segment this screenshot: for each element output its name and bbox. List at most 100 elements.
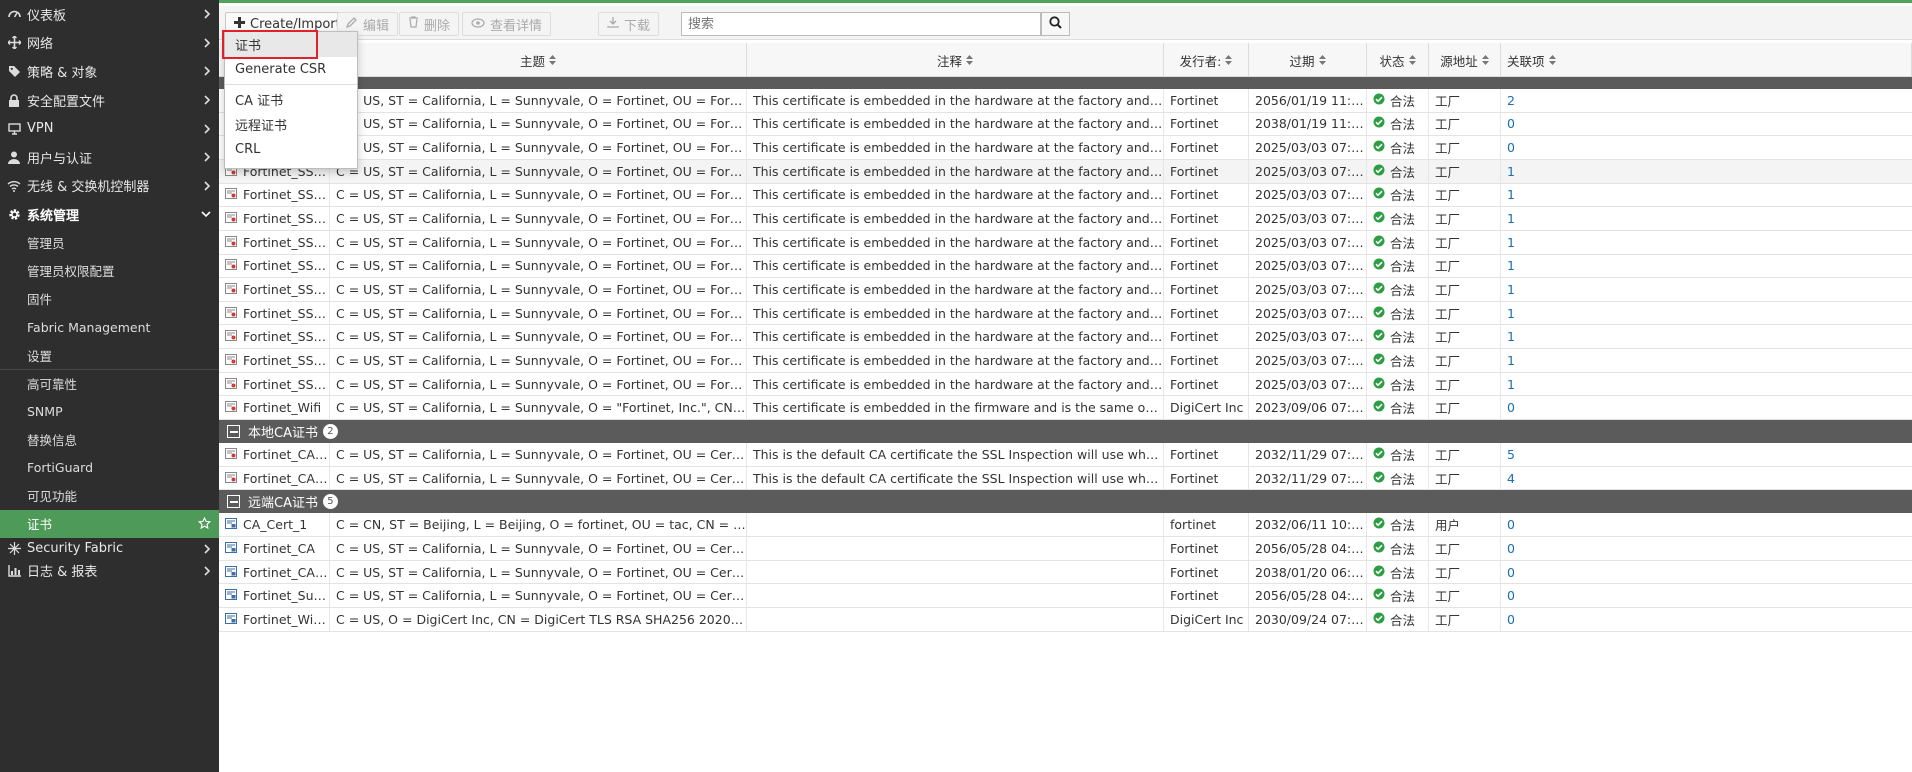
nav-item[interactable]: 无线 & 交换机控制器 [0, 172, 219, 201]
table-row[interactable]: Fortinet_SSL_ECDSA256 C = US, ST = Califo… [219, 207, 1912, 231]
reference-count-link[interactable]: 1 [1507, 282, 1515, 297]
collapse-icon[interactable] [227, 425, 240, 439]
column-header[interactable]: 过期 [1249, 43, 1367, 77]
star-icon[interactable] [198, 510, 211, 538]
cell-name[interactable]: Fortinet_SSL_ECDSA256 [219, 207, 330, 230]
dropdown-item[interactable]: CA 证书 [225, 87, 357, 112]
table-row[interactable]: Fortinet_SSLC = US, ST = California, L =… [219, 136, 1912, 160]
reference-count-link[interactable]: 1 [1507, 258, 1515, 273]
nav-item[interactable]: VPN [0, 114, 219, 143]
group-header[interactable]: 本地CA证书 2 [219, 420, 1912, 444]
cell-name[interactable]: Fortinet_SSL_ECDSA384 [219, 230, 330, 254]
column-header[interactable]: 源地址 [1429, 43, 1501, 77]
nav-item[interactable]: 网络 [0, 29, 219, 58]
column-header[interactable]: 状态 [1367, 43, 1429, 77]
table-row[interactable]: Fortinet_Wifi_CA C = US, O = DigiCert Inc… [219, 608, 1912, 632]
table-row[interactable]: Fortinet_SSL_RSA4096 C = US, ST = Califor… [219, 372, 1912, 397]
sidebar-subitem[interactable]: SNMP [0, 397, 219, 425]
sidebar-subitem[interactable]: 管理员权限配置 [0, 257, 219, 285]
sidebar-subitem[interactable]: FortiGuard [0, 454, 219, 482]
reference-count-link[interactable]: 1 [1507, 211, 1515, 226]
reference-count-link[interactable]: 1 [1507, 306, 1515, 321]
table-row[interactable]: Fortinet_SSL_RSA2048 C = US, ST = Califor… [219, 349, 1912, 373]
cell-name[interactable]: Fortinet_SSL_ED25519 [219, 301, 330, 325]
reference-count-link[interactable]: 0 [1507, 588, 1515, 603]
sidebar-subitem[interactable]: 设置 [0, 341, 219, 369]
cell-name[interactable]: Fortinet_Wifi [219, 396, 330, 420]
dropdown-item[interactable]: 远程证书 [225, 112, 357, 137]
cell-name[interactable]: Fortinet_SSL_RSA4096 [219, 372, 330, 396]
reference-count-link[interactable]: 0 [1507, 541, 1515, 556]
reference-count-link[interactable]: 0 [1507, 400, 1515, 415]
reference-count-link[interactable]: 1 [1507, 164, 1515, 179]
group-header[interactable] [219, 77, 1912, 89]
reference-count-link[interactable]: 0 [1507, 612, 1515, 627]
cell-name[interactable]: Fortinet_SSL_DSA2048 [219, 183, 330, 207]
sidebar-subitem[interactable]: 证书 [0, 509, 219, 538]
table-row[interactable]: Fortinet_SSL_ECDSA384 C = US, ST = Califo… [219, 230, 1912, 255]
nav-item[interactable]: 系统管理 [0, 200, 219, 229]
table-row[interactable]: Fortinet_SSL_RSA1024 C = US, ST = Califor… [219, 325, 1912, 350]
cell-name[interactable]: Fortinet_CA_Backup [219, 560, 330, 584]
reference-count-link[interactable]: 1 [1507, 377, 1515, 392]
nav-item[interactable]: 用户与认证 [0, 143, 219, 172]
cell-name[interactable]: Fortinet_CA [219, 537, 330, 560]
search-button[interactable] [1041, 12, 1070, 36]
reference-count-link[interactable]: 1 [1507, 235, 1515, 250]
table-row[interactable]: Fortinet_CA_Backup C = US, ST = Californi… [219, 560, 1912, 585]
group-header[interactable]: 远端CA证书 5 [219, 490, 1912, 514]
search-input[interactable] [681, 12, 1041, 36]
nav-item[interactable]: 仪表板 [0, 0, 219, 29]
dropdown-item[interactable]: CRL [225, 137, 357, 162]
cell-name[interactable]: Fortinet_Wifi_CA [219, 608, 330, 631]
sidebar-subitem[interactable]: 高可靠性 [0, 369, 219, 397]
view-details-button[interactable]: 查看详情 [462, 12, 552, 36]
nav-item[interactable]: 安全配置文件 [0, 86, 219, 115]
table-row[interactable]: Fortinet_SSL_DSA2048 C = US, ST = Califor… [219, 183, 1912, 208]
cell-name[interactable]: CA_Cert_1 [219, 513, 330, 537]
column-header[interactable]: 主题 [330, 43, 747, 77]
reference-count-link[interactable]: 0 [1507, 565, 1515, 580]
reference-count-link[interactable]: 2 [1507, 93, 1515, 108]
cell-name[interactable]: Fortinet_SSL_ECDSA521 [219, 254, 330, 278]
nav-item[interactable]: 策略 & 对象 [0, 57, 219, 86]
cell-name[interactable]: Fortinet_SSL_ED448 [219, 278, 330, 301]
reference-count-link[interactable]: 0 [1507, 116, 1515, 131]
nav-item[interactable]: 日志 & 报表 [0, 560, 219, 582]
cell-name[interactable]: Fortinet_CA_Untrusted [219, 466, 330, 490]
sidebar-subitem[interactable]: 替换信息 [0, 425, 219, 453]
table-row[interactable]: Fortinet_SSL_DSA1024C = US, ST = Califor… [219, 159, 1912, 184]
sidebar-subitem[interactable]: 可见功能 [0, 482, 219, 510]
delete-button[interactable]: 删除 [399, 12, 460, 36]
nav-item[interactable]: Security Fabric [0, 538, 219, 560]
cell-name[interactable]: Fortinet_CA_SSL [219, 443, 330, 466]
reference-count-link[interactable]: 4 [1507, 471, 1515, 486]
table-row[interactable]: CA_Cert_1 C = CN, ST = Beijing, L = Beiji… [219, 513, 1912, 538]
table-row[interactable]: C = US, ST = California, L = Sunnyvale, … [219, 89, 1912, 113]
reference-count-link[interactable]: 0 [1507, 517, 1515, 532]
dropdown-item[interactable]: Generate CSR [225, 57, 357, 82]
table-row[interactable]: Fortinet_Sub_CA C = US, ST = California, … [219, 584, 1912, 608]
table-row[interactable]: Fortinet_SSL_ED25519 C = US, ST = Califor… [219, 301, 1912, 326]
column-header[interactable]: 发行者: [1164, 43, 1249, 77]
table-row[interactable]: Fortinet_Wifi C = US, ST = California, L … [219, 396, 1912, 421]
column-header[interactable]: 关联项 [1501, 43, 1912, 77]
table-row[interactable]: ackupC = US, ST = California, L = Sunnyv… [219, 112, 1912, 137]
reference-count-link[interactable]: 1 [1507, 329, 1515, 344]
sidebar-subitem[interactable]: 固件 [0, 285, 219, 313]
cell-name[interactable]: Fortinet_SSL_RSA1024 [219, 325, 330, 349]
reference-count-link[interactable]: 5 [1507, 447, 1515, 462]
table-row[interactable]: Fortinet_CA C = US, ST = California, L = … [219, 537, 1912, 561]
reference-count-link[interactable]: 0 [1507, 140, 1515, 155]
table-row[interactable]: Fortinet_SSL_ED448 C = US, ST = Californi… [219, 278, 1912, 302]
table-row[interactable]: Fortinet_CA_Untrusted C = US, ST = Califo… [219, 466, 1912, 491]
column-header[interactable]: 注释 [747, 43, 1164, 77]
collapse-icon[interactable] [227, 495, 240, 509]
sidebar-subitem[interactable]: Fabric Management [0, 313, 219, 341]
cell-name[interactable]: Fortinet_Sub_CA [219, 584, 330, 607]
cell-name[interactable]: Fortinet_SSL_RSA2048 [219, 349, 330, 372]
reference-count-link[interactable]: 1 [1507, 353, 1515, 368]
sidebar-subitem[interactable]: 管理员 [0, 229, 219, 257]
download-button[interactable]: 下载 [598, 12, 660, 36]
table-row[interactable]: Fortinet_CA_SSL C = US, ST = California, … [219, 443, 1912, 467]
